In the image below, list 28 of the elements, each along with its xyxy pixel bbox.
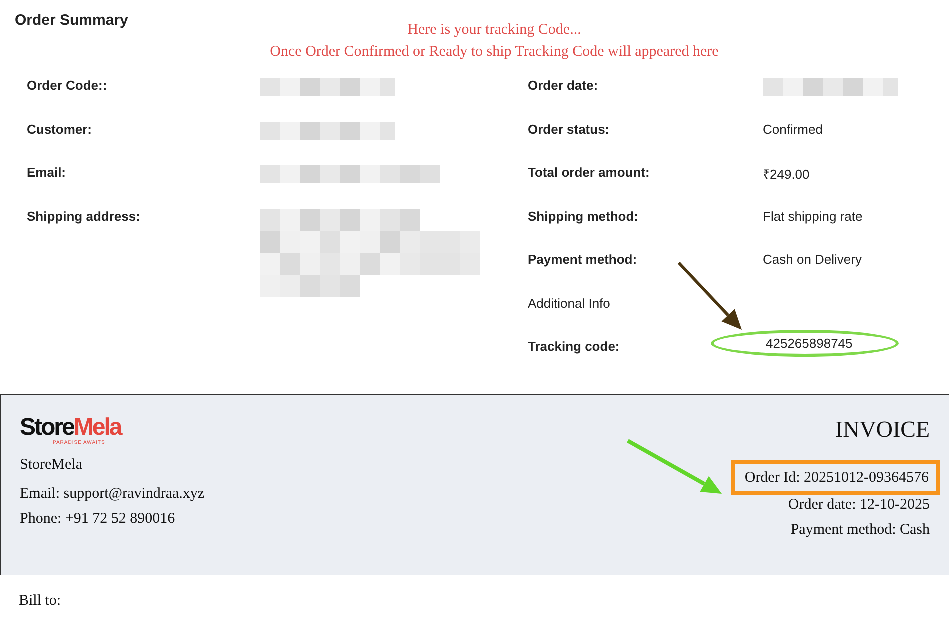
notice-text: Here is your tracking Code... [408,22,582,39]
contact-line: Email: support@ravindraa.xyz [20,485,205,504]
field-label: Payment method: [528,251,638,267]
company-name: StoreMela [20,456,84,475]
bill-to-label: Bill to: [18,592,62,611]
field-label: Total order amount: [528,164,651,180]
field-value: Cash on Delivery [763,251,863,267]
info-label: Additional Info [528,294,612,310]
field-label: Order date: [528,77,600,93]
brand-logo: StoreMela [20,417,122,439]
field-label: Shipping address: [27,208,142,224]
field-value: Confirmed [763,120,824,136]
notice-text: Once Order Confirmed or Ready to ship Tracking Code will appeared here [270,44,719,61]
field-label: Tracking code: [528,338,621,354]
field-label: Shipping method: [528,208,640,224]
field-value: ₹249.00 [763,166,811,183]
order-info-line: Order date: 12-10-2025 [788,496,930,515]
field-value: Flat shipping rate [763,208,864,224]
field-label: Email: [27,164,68,180]
contact-line: Phone: +91 72 52 890016 [20,510,176,529]
field-label: Order status: [528,120,611,136]
order-info-line: Payment method: Cash [790,520,930,540]
field-label: Order Code:: [27,77,108,93]
boxed-order-id: Order Id: 20251012-09364576 [730,460,940,495]
section-title: Order Summary [15,12,128,29]
circled-value: 425265898745 [711,330,899,357]
field-label: Customer: [27,120,94,136]
invoice-heading: INVOICE [835,417,930,443]
